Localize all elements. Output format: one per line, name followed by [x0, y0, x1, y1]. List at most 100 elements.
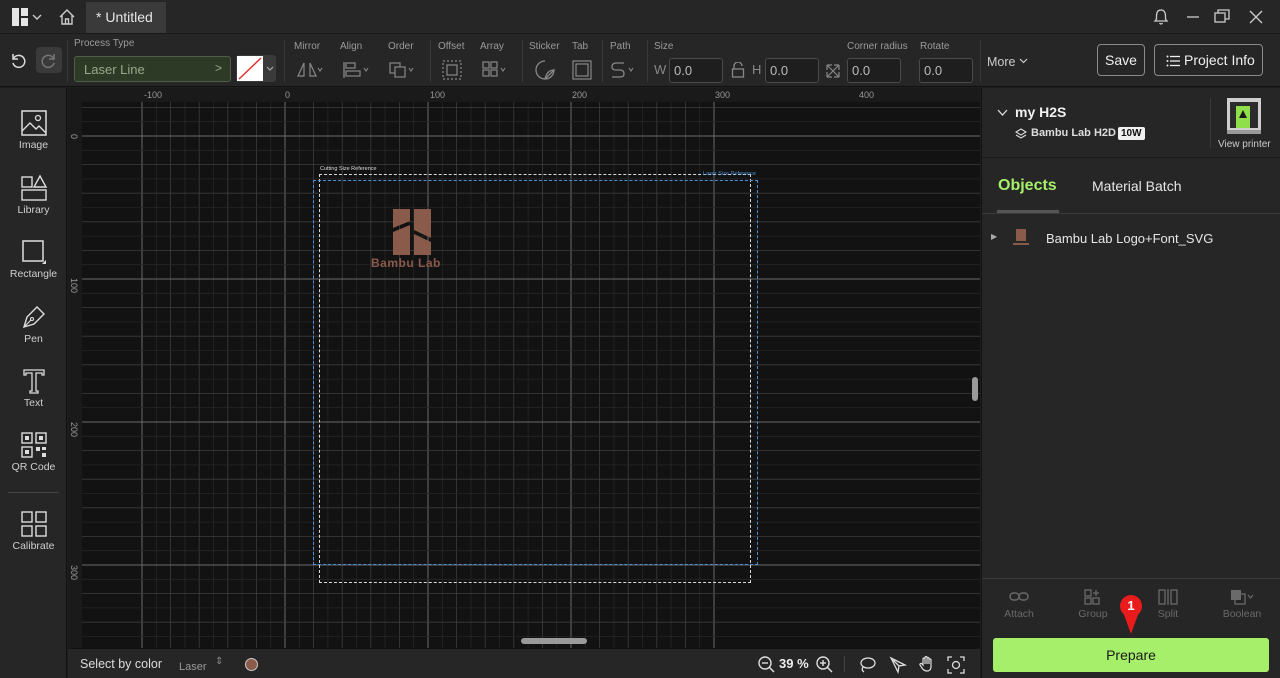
mirror-button[interactable] [296, 60, 324, 80]
sticker-label: Sticker [529, 41, 560, 52]
object-thumbnail-icon [1013, 229, 1029, 245]
notification-bell-icon[interactable] [1153, 8, 1169, 26]
expand-triangle-icon: ▶ [991, 232, 998, 241]
path-icon [611, 62, 634, 78]
design-canvas[interactable]: -100 0 100 200 300 400 0 100 200 300 Cut… [68, 88, 980, 648]
view-printer-button[interactable]: View printer [1210, 94, 1280, 154]
undo-icon[interactable] [9, 51, 27, 69]
vertical-scrollbar[interactable] [972, 377, 978, 401]
rotate-input[interactable]: 0.0 [919, 58, 973, 83]
prepare-button[interactable]: Prepare [993, 638, 1269, 672]
toolbar-divider [980, 40, 981, 82]
view-printer-label: View printer [1218, 139, 1271, 150]
w-label: W [654, 62, 667, 77]
chevron-down-icon[interactable] [997, 109, 1008, 117]
toolbar-divider [647, 40, 648, 82]
corner-radius-input[interactable]: 0.0 [847, 58, 901, 83]
sidebar-item-qr-code[interactable]: QR Code [0, 431, 67, 473]
project-info-button[interactable]: Project Info [1154, 44, 1263, 76]
bambu-logo-icon [393, 209, 431, 255]
array-button[interactable] [481, 60, 511, 80]
sidebar-item-label: Pen [24, 333, 43, 345]
boolean-label: Boolean [1222, 608, 1262, 620]
sticker-icon[interactable] [535, 60, 555, 80]
color-swatch-button[interactable] [236, 55, 276, 82]
actions-divider [982, 578, 1280, 579]
tab-objects[interactable]: Objects [998, 177, 1057, 195]
offset-icon[interactable] [442, 60, 462, 80]
path-button[interactable] [610, 60, 640, 80]
zoom-in-icon[interactable] [816, 656, 833, 673]
right-panel: my H2S Bambu Lab H2D 10W View printer Ob… [981, 88, 1280, 678]
lasso-select-icon[interactable] [858, 656, 876, 674]
boolean-button[interactable]: Boolean [1205, 586, 1279, 620]
chevron-right-icon: > [214, 61, 222, 75]
align-icon [343, 62, 369, 78]
printer-card-divider [1210, 98, 1211, 148]
array-icon [482, 61, 506, 77]
fit-view-icon[interactable] [947, 656, 965, 674]
boolean-icon [1231, 590, 1254, 605]
pan-hand-icon[interactable] [918, 655, 936, 673]
app-menu-button[interactable] [10, 7, 44, 27]
order-button[interactable] [388, 60, 418, 80]
toolbar-divider [284, 40, 285, 82]
redo-icon [41, 54, 55, 69]
redo-button[interactable] [36, 47, 62, 73]
close-icon[interactable] [1249, 10, 1263, 24]
align-button[interactable] [342, 60, 372, 80]
title-bar: * Untitled [0, 0, 1280, 34]
ruler-y-label: 300 [69, 565, 79, 581]
sidebar-item-label: Rectangle [9, 268, 58, 280]
home-icon[interactable] [58, 8, 76, 26]
toolbar: Process Type Laser Line > Mirror Align O… [0, 34, 1280, 87]
chevron-down-icon [1019, 58, 1028, 64]
more-label: More [987, 55, 1016, 69]
width-input[interactable]: 0.0 [669, 58, 723, 83]
pointer-select-icon[interactable] [889, 656, 907, 674]
list-icon [1166, 55, 1180, 67]
ruler-y-label: 200 [69, 422, 79, 438]
object-list-item[interactable]: ▶ Bambu Lab Logo+Font_SVG [982, 226, 1280, 250]
sidebar-item-label: QR Code [11, 461, 56, 473]
tab-material-batch[interactable]: Material Batch [1092, 178, 1181, 194]
canvas-object-bambu-logo[interactable]: Bambu Lab [366, 206, 458, 270]
step-marker-pin: 1 [1119, 594, 1143, 636]
layer-color-dot[interactable] [245, 658, 258, 671]
sidebar-item-label: Image [18, 139, 49, 151]
minimize-icon[interactable] [1186, 10, 1200, 24]
save-button[interactable]: Save [1097, 44, 1145, 76]
laser-layer-select[interactable]: Laser ⇕ [179, 656, 227, 673]
split-icon [1158, 589, 1178, 605]
power-badge: 10W [1118, 127, 1145, 140]
laser-layer-label: Laser [179, 661, 207, 673]
attach-button[interactable]: Attach [982, 586, 1056, 620]
ruler-x-label: -100 [144, 90, 163, 100]
horizontal-scrollbar[interactable] [521, 638, 587, 644]
sidebar-item-text[interactable]: Text [0, 367, 67, 409]
printer-model: Bambu Lab H2D [1031, 127, 1116, 139]
chevron-down-icon [32, 14, 42, 20]
sidebar-item-rectangle[interactable]: Rectangle [0, 238, 67, 280]
restore-window-icon[interactable] [1214, 9, 1230, 23]
left-tool-sidebar: Image Library Rectangle Pen Text QR Code… [0, 88, 67, 678]
lock-icon[interactable] [731, 62, 745, 78]
sidebar-item-pen[interactable]: Pen [0, 303, 67, 345]
printer-name: my H2S [1015, 104, 1067, 120]
resize-icon[interactable] [825, 63, 841, 79]
sidebar-item-label: Text [23, 397, 44, 409]
step-marker-number: 1 [1127, 598, 1135, 613]
zoom-out-icon[interactable] [758, 656, 775, 673]
height-input[interactable]: 0.0 [765, 58, 819, 83]
attach-link-icon [1009, 592, 1029, 601]
ruler-x-label: 400 [859, 90, 875, 100]
process-type-select[interactable]: Laser Line > [74, 56, 231, 82]
tab-icon[interactable] [572, 60, 592, 80]
document-tab[interactable]: * Untitled [86, 2, 166, 33]
more-dropdown[interactable]: More [987, 53, 1031, 69]
sidebar-item-calibrate[interactable]: Calibrate [0, 510, 67, 552]
ruler-x-label: 200 [572, 90, 588, 100]
rectangle-icon [21, 240, 46, 264]
sidebar-item-library[interactable]: Library [0, 174, 67, 216]
sidebar-item-image[interactable]: Image [0, 109, 67, 151]
